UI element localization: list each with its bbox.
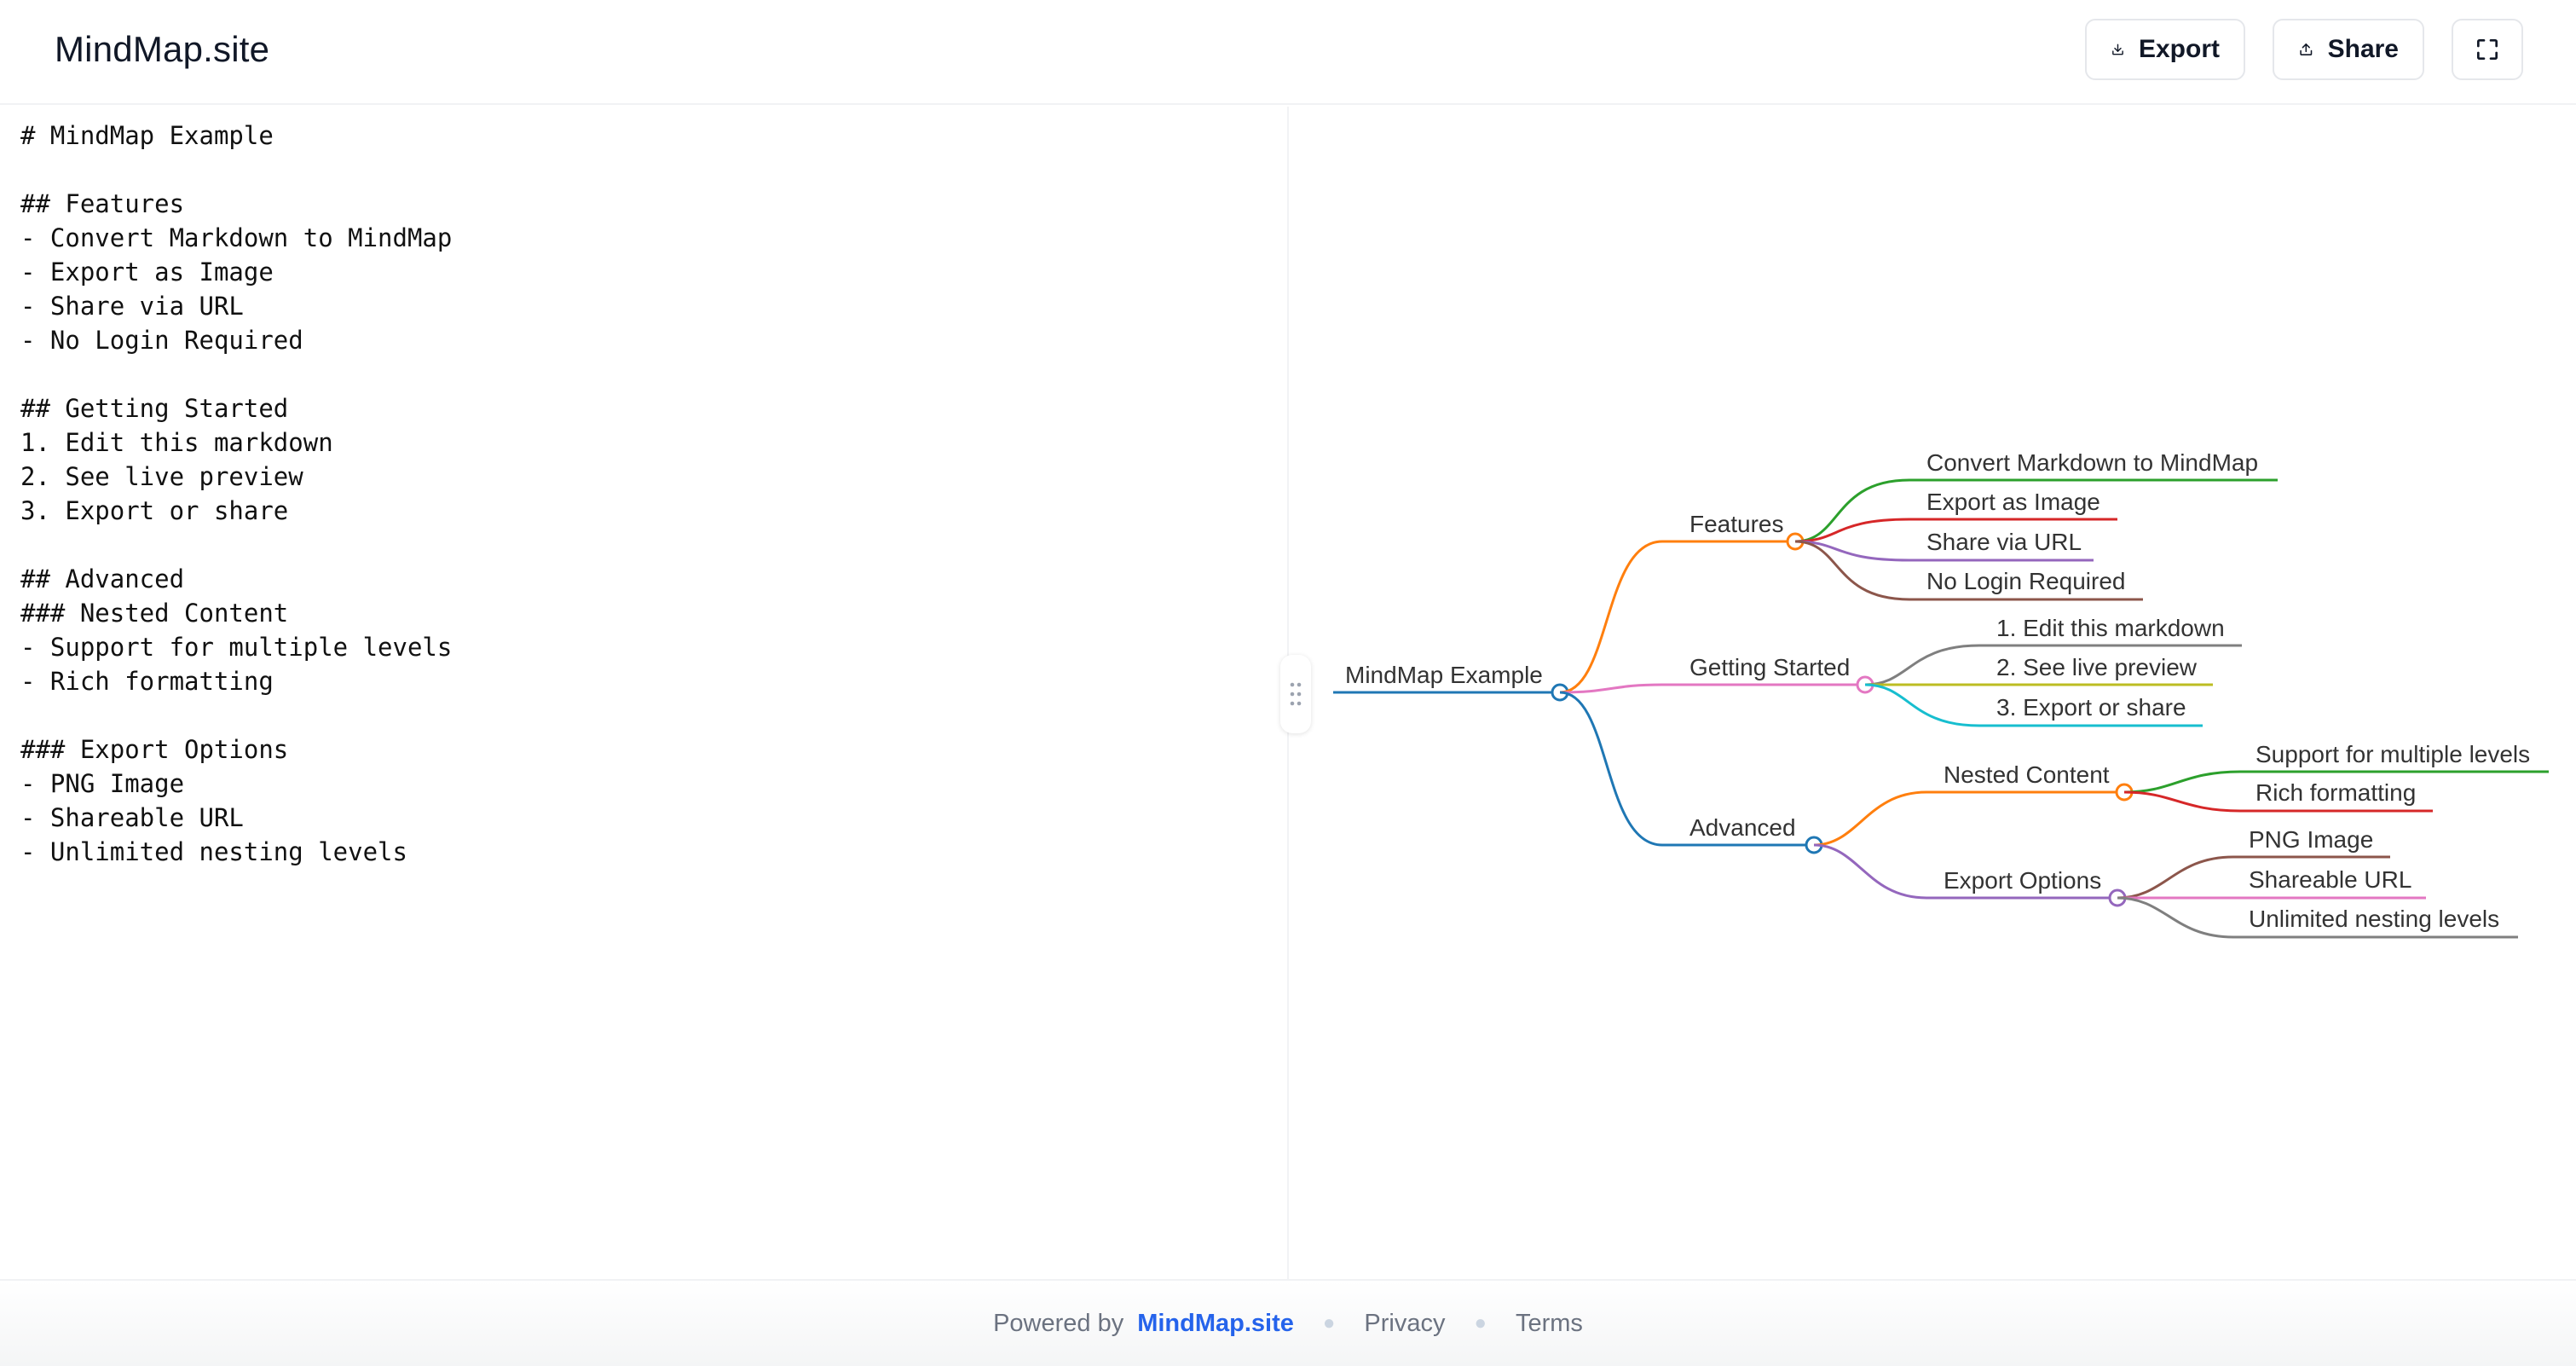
fullscreen-icon xyxy=(2477,39,2498,60)
getting-started-item-2[interactable]: 2. See live preview xyxy=(1996,654,2198,680)
nested-item-2[interactable]: Rich formatting xyxy=(2255,779,2416,806)
node-getting-started[interactable]: Getting Started xyxy=(1662,654,1874,694)
node-nested-content[interactable]: Nested Content xyxy=(1926,761,2134,802)
features-item-3[interactable]: Share via URL xyxy=(1926,529,2082,555)
download-icon xyxy=(2112,43,2123,55)
markdown-text[interactable]: # MindMap Example ## Features - Convert … xyxy=(20,119,452,869)
node-export-options-label: Export Options xyxy=(1944,867,2101,894)
features-item-1[interactable]: Convert Markdown to MindMap xyxy=(1926,449,2258,476)
getting-started-item-3[interactable]: 3. Export or share xyxy=(1996,694,2186,721)
node-features-label: Features xyxy=(1689,511,1784,537)
upload-icon xyxy=(2300,43,2313,55)
export-options-item-1[interactable]: PNG Image xyxy=(2249,826,2373,853)
export-options-item-2[interactable]: Shareable URL xyxy=(2249,866,2411,893)
export-options-item-3[interactable]: Unlimited nesting levels xyxy=(2249,906,2499,932)
terms-link[interactable]: Terms xyxy=(1516,1310,1583,1338)
mindmap-canvas[interactable]: MindMap Example Features Convert Markdow… xyxy=(1289,107,2576,1279)
export-button[interactable]: Export xyxy=(2085,19,2245,80)
app-title[interactable]: MindMap.site xyxy=(55,26,269,73)
export-button-label: Export xyxy=(2138,35,2220,63)
footer-separator: ● xyxy=(1322,1311,1336,1334)
share-button[interactable]: Share xyxy=(2273,19,2424,80)
node-root[interactable]: MindMap Example xyxy=(1333,662,1569,702)
fullscreen-button[interactable] xyxy=(2452,19,2523,80)
app-header: MindMap.site Export Share xyxy=(0,0,2576,105)
mindmap-preview[interactable]: MindMap Example Features Convert Markdow… xyxy=(1289,107,2576,1279)
site-link[interactable]: MindMap.site xyxy=(1137,1310,1294,1338)
footer-separator: ● xyxy=(1474,1311,1487,1334)
nested-item-1[interactable]: Support for multiple levels xyxy=(2255,741,2530,767)
node-getting-started-label: Getting Started xyxy=(1689,654,1850,680)
app-footer: Powered by MindMap.site ● Privacy ● Term… xyxy=(0,1279,2576,1366)
powered-by-text: Powered by xyxy=(993,1309,1124,1337)
node-advanced[interactable]: Advanced xyxy=(1662,814,1823,854)
node-root-label: MindMap Example xyxy=(1345,662,1543,688)
share-button-label: Share xyxy=(2327,35,2399,63)
node-nested-content-label: Nested Content xyxy=(1944,761,2110,788)
features-item-4[interactable]: No Login Required xyxy=(1926,568,2126,594)
node-advanced-label: Advanced xyxy=(1689,814,1796,841)
node-export-options[interactable]: Export Options xyxy=(1926,867,2127,907)
node-features[interactable]: Features xyxy=(1662,511,1805,551)
markdown-editor[interactable]: # MindMap Example ## Features - Convert … xyxy=(0,107,1287,1279)
features-item-2[interactable]: Export as Image xyxy=(1926,489,2100,515)
privacy-link[interactable]: Privacy xyxy=(1364,1310,1445,1338)
getting-started-item-1[interactable]: 1. Edit this markdown xyxy=(1996,615,2225,641)
